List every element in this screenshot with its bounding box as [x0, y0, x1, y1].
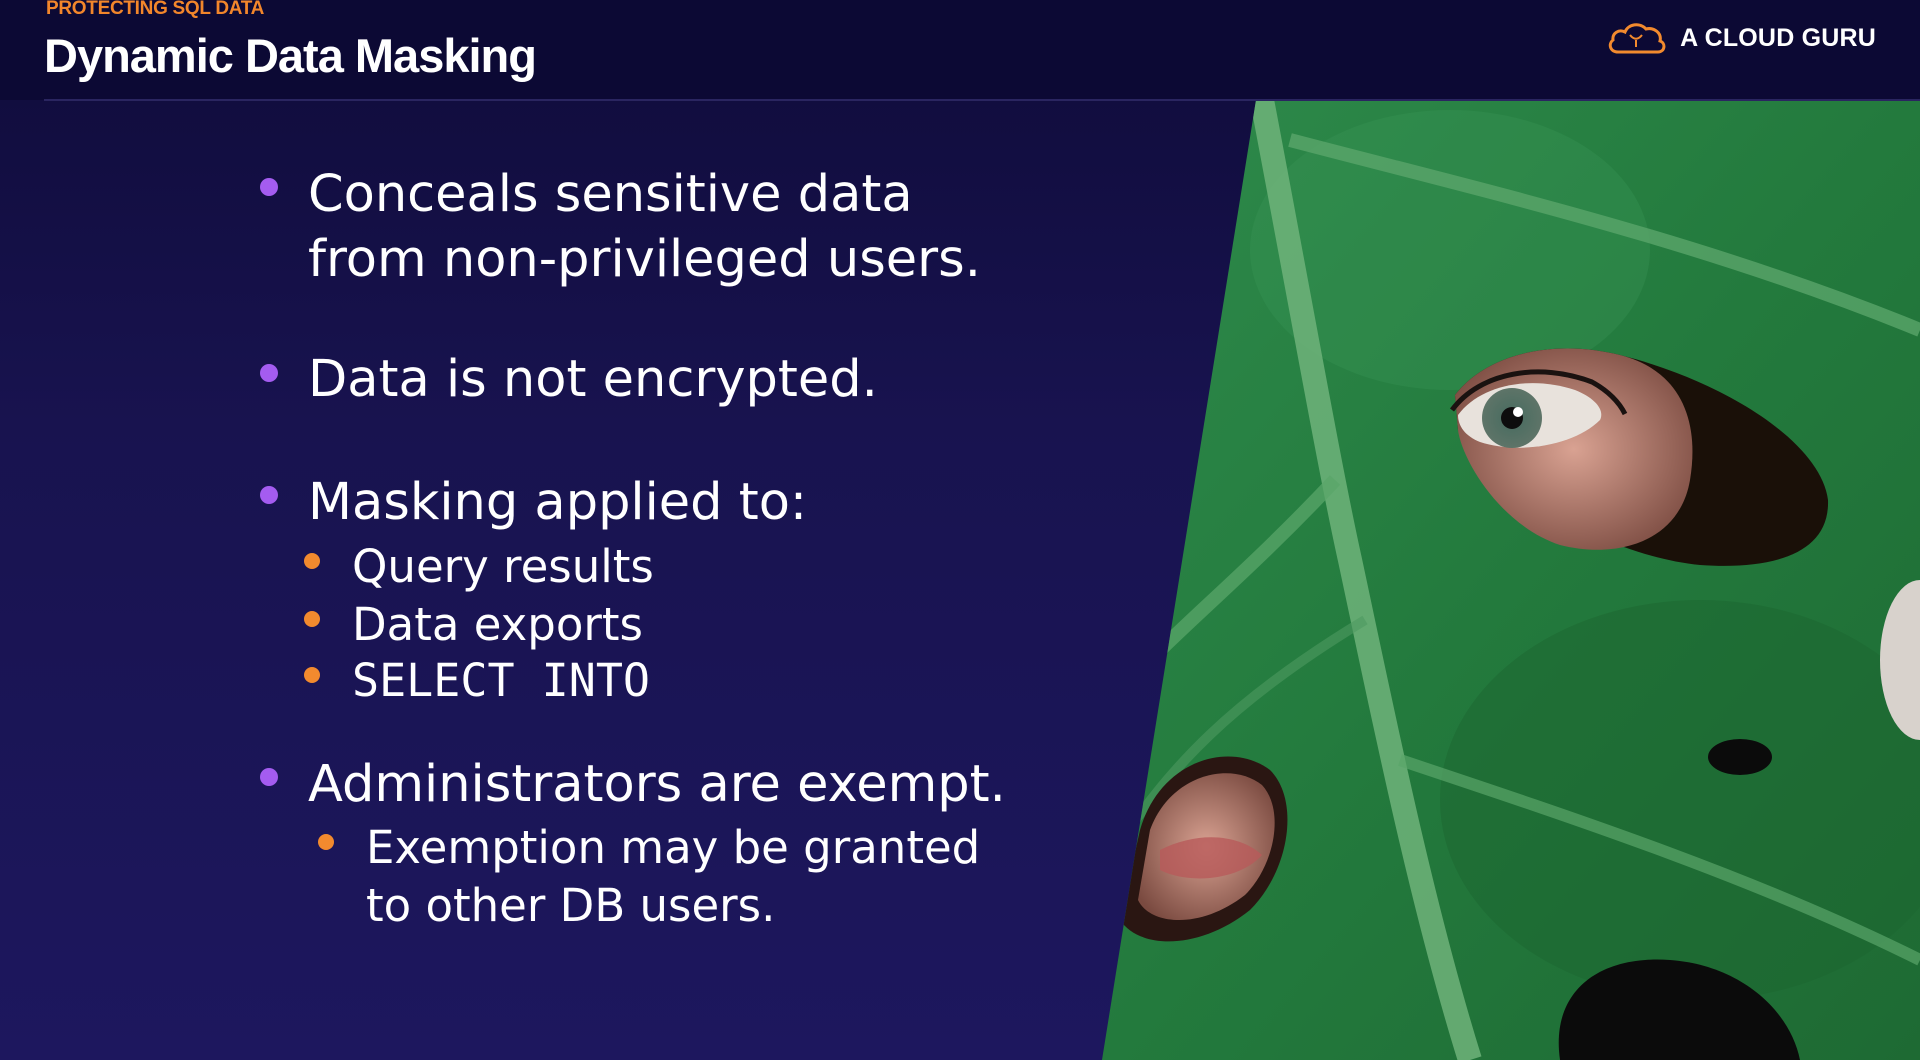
sub-bullet-marker	[318, 834, 334, 850]
slide-title: Dynamic Data Masking	[44, 29, 537, 82]
bullet-marker	[260, 364, 278, 382]
header-divider	[44, 99, 1920, 101]
section-label: PROTECTING SQL DATA	[46, 0, 265, 19]
sub-bullet-text: to other DB users.	[366, 879, 776, 932]
bullet-text: Masking applied to:	[308, 473, 808, 532]
bullet-text: Administrators are exempt.	[308, 755, 1006, 814]
sub-bullet-text: Query results	[352, 540, 654, 593]
sub-bullet-text: Data exports	[352, 598, 643, 651]
sub-bullet-marker	[304, 667, 320, 683]
bullet-text: Conceals sensitive data	[308, 165, 913, 224]
sub-bullet-text: Exemption may be granted	[366, 821, 981, 874]
leaf-face-photo	[1102, 100, 1920, 1060]
bullet-marker	[260, 178, 278, 196]
brand: A CLOUD GURU	[1604, 18, 1876, 58]
bullet-marker	[260, 768, 278, 786]
sub-bullet-code: SELECT INTO	[352, 654, 651, 707]
slide: PROTECTING SQL DATA Dynamic Data Masking…	[0, 0, 1920, 1060]
bullet-text: from non-privileged users.	[308, 230, 981, 289]
sub-bullet-marker	[304, 553, 320, 569]
sub-bullet-marker	[304, 611, 320, 627]
bullet-marker	[260, 486, 278, 504]
brand-name: A CLOUD GURU	[1680, 23, 1876, 52]
cloud-logo-icon	[1608, 23, 1666, 54]
bullet-text: Data is not encrypted.	[308, 350, 878, 409]
